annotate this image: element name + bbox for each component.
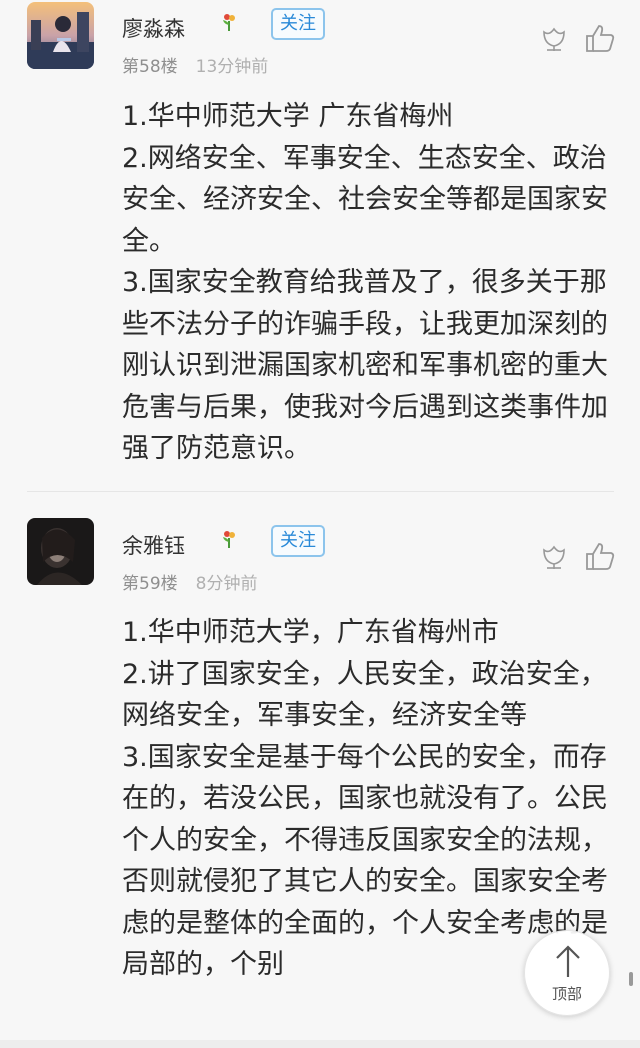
back-to-top-label: 顶部 <box>551 985 582 1003</box>
back-to-top-button[interactable]: 顶部 <box>524 930 610 1016</box>
post-meta: 第59楼 8分钟前 <box>122 569 257 594</box>
post-time: 13分钟前 <box>195 57 269 77</box>
comment-line: 1.华中师范大学，广东省梅州市 <box>122 617 499 648</box>
post-time: 8分钟前 <box>195 574 258 594</box>
post-meta: 第58楼 13分钟前 <box>122 52 268 77</box>
divider <box>27 491 614 492</box>
comment-line: 1.华中师范大学 广东省梅州 <box>122 101 454 132</box>
comment-body: 1.华中师范大学，广东省梅州市 2.讲了国家安全，人民安全，政治安全，网络安全，… <box>122 612 612 986</box>
comment-line: 2.讲了国家安全，人民安全，政治安全，网络安全，军事安全，经济安全等 <box>122 658 607 732</box>
flower-icon[interactable] <box>540 24 568 52</box>
comment-line: 2.网络安全、军事安全、生态安全、政治安全、经济安全、社会安全等都是国家安全。 <box>122 142 608 257</box>
bottom-edge <box>0 1040 640 1048</box>
follow-button[interactable]: 关注 <box>271 8 325 40</box>
author-name[interactable]: 廖淼森 <box>122 13 185 43</box>
comment-body: 1.华中师范大学 广东省梅州 2.网络安全、军事安全、生态安全、政治安全、经济安… <box>122 96 612 470</box>
arrow-up-icon <box>556 945 580 977</box>
floor-number: 第59楼 <box>122 574 178 594</box>
user-avatar[interactable] <box>27 2 94 69</box>
comment-line: 3.国家安全教育给我普及了，很多关于那些不法分子的诈骗手段，让我更加深刻的刚认识… <box>122 267 608 464</box>
scrollbar-thumb[interactable] <box>628 972 634 986</box>
user-avatar[interactable] <box>27 518 94 585</box>
thumbs-up-icon[interactable] <box>584 540 616 572</box>
thumbs-up-icon[interactable] <box>584 22 616 54</box>
floor-number: 第58楼 <box>122 57 178 77</box>
level-badge-icon <box>223 14 235 31</box>
author-name[interactable]: 余雅钰 <box>122 530 185 560</box>
level-badge-icon <box>223 531 235 548</box>
follow-button[interactable]: 关注 <box>271 525 325 557</box>
flower-icon[interactable] <box>540 542 568 570</box>
